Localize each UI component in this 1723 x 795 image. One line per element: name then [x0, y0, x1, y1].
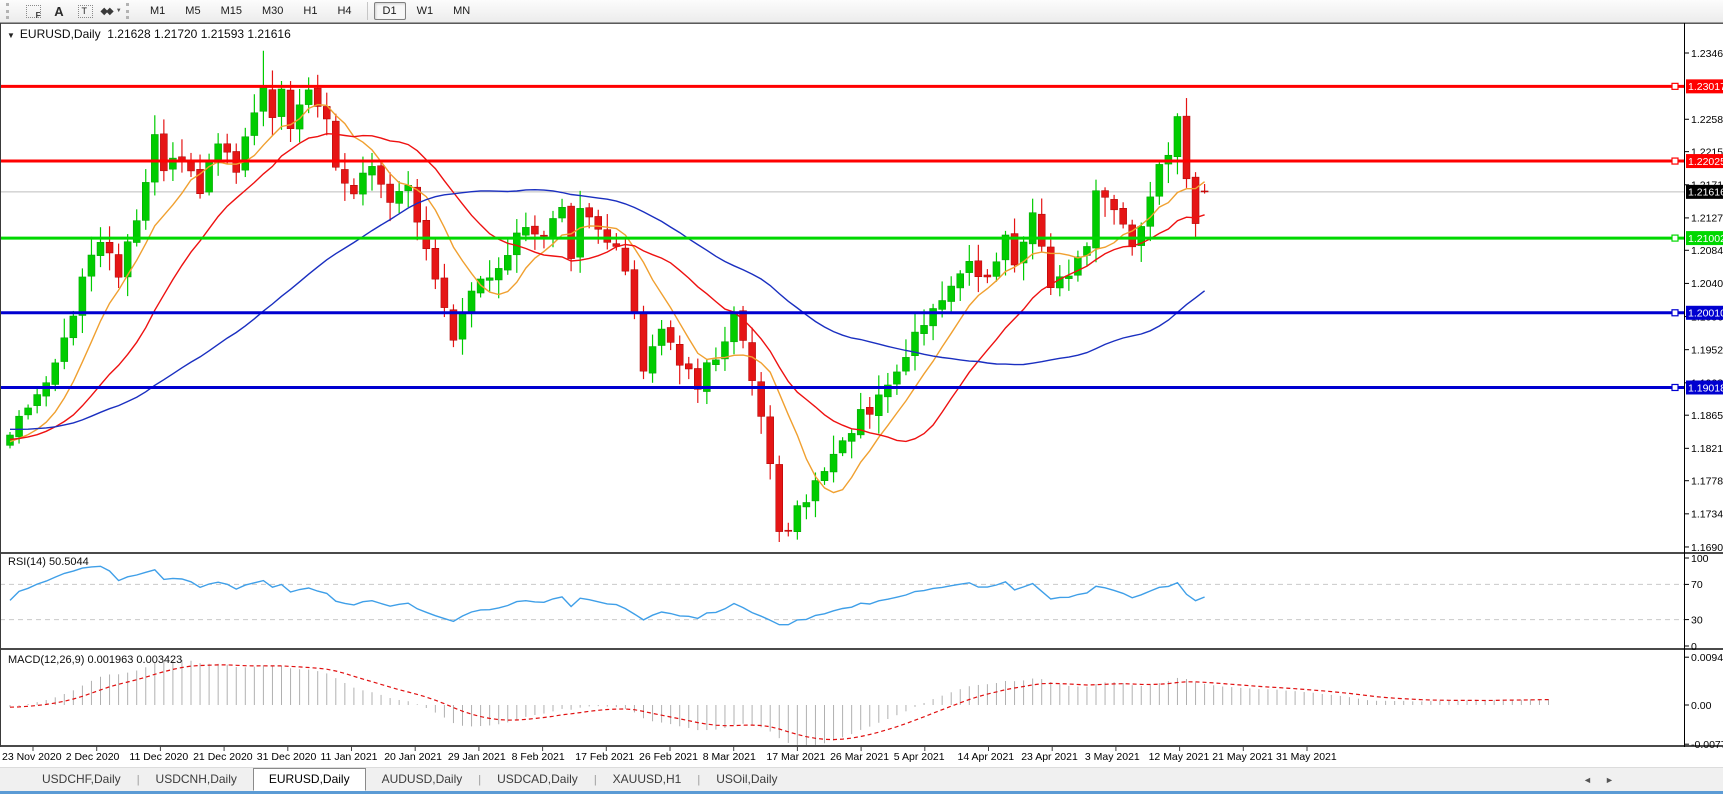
- svg-text:0.009478: 0.009478: [1691, 652, 1723, 664]
- timeframe-button-M30[interactable]: M30: [253, 2, 292, 20]
- svg-text:1.21616: 1.21616: [1688, 187, 1723, 199]
- svg-text:26 Mar 2021: 26 Mar 2021: [830, 751, 889, 763]
- svg-text:20 Jan 2021: 20 Jan 2021: [384, 751, 442, 763]
- svg-text:0.00: 0.00: [1691, 700, 1712, 712]
- rsi-indicator-label: RSI(14) 50.5044: [8, 556, 89, 568]
- tab-XAUUSD-H1[interactable]: XAUUSD,H1: [597, 768, 698, 791]
- svg-text:1.17780: 1.17780: [1691, 476, 1723, 488]
- svg-text:23 Apr 2021: 23 Apr 2021: [1021, 751, 1078, 763]
- toolbar: FAT◆◆▼ M1M5M15M30H1H4 D1W1MN: [0, 0, 1723, 23]
- toolbar-separator: [367, 2, 368, 20]
- svg-text:1.18210: 1.18210: [1691, 443, 1723, 455]
- svg-text:21 May 2021: 21 May 2021: [1212, 751, 1273, 763]
- svg-text:1.19520: 1.19520: [1691, 344, 1723, 356]
- svg-text:1.17340: 1.17340: [1691, 509, 1723, 521]
- timeframe-button-MN[interactable]: MN: [444, 2, 479, 20]
- timeframe-button-M5[interactable]: M5: [176, 2, 209, 20]
- svg-text:1.20840: 1.20840: [1691, 245, 1723, 257]
- chart-title: ▼ EURUSD,Daily 1.21628 1.21720 1.21593 1.…: [7, 27, 291, 41]
- timeframe-button-M15[interactable]: M15: [212, 2, 251, 20]
- timeframe-button-H1[interactable]: H1: [294, 2, 326, 20]
- svg-text:5 Apr 2021: 5 Apr 2021: [894, 751, 945, 763]
- svg-text:14 Apr 2021: 14 Apr 2021: [958, 751, 1015, 763]
- toolbar-grip[interactable]: [126, 3, 133, 19]
- svg-text:21 Dec 2020: 21 Dec 2020: [193, 751, 253, 763]
- svg-text:31 May 2021: 31 May 2021: [1276, 751, 1337, 763]
- chart-title-text: EURUSD,Daily 1.21628 1.21720 1.21593 1.2…: [20, 27, 291, 41]
- frame-grid-tool-icon[interactable]: F: [21, 1, 45, 21]
- svg-text:1.19018: 1.19018: [1688, 382, 1723, 394]
- svg-text:1.23460: 1.23460: [1691, 48, 1723, 60]
- text-label-tool-icon[interactable]: T: [73, 1, 97, 21]
- tab-USOil-Daily[interactable]: USOil,Daily: [700, 768, 793, 791]
- shapes-tool-icon[interactable]: ◆◆▼: [99, 1, 123, 21]
- svg-text:31 Dec 2020: 31 Dec 2020: [257, 751, 317, 763]
- window-bottom-edge: [0, 791, 1723, 794]
- svg-text:17 Feb 2021: 17 Feb 2021: [575, 751, 634, 763]
- timeframe-button-M1[interactable]: M1: [141, 2, 174, 20]
- svg-text:12 May 2021: 12 May 2021: [1149, 751, 1210, 763]
- svg-text:1.22025: 1.22025: [1688, 156, 1723, 168]
- tab-USDCNH-Daily[interactable]: USDCNH,Daily: [140, 768, 253, 791]
- tab-USDCHF-Daily[interactable]: USDCHF,Daily: [26, 768, 137, 791]
- svg-text:1.21270: 1.21270: [1691, 213, 1723, 225]
- toolbar-grip[interactable]: [6, 3, 13, 19]
- svg-text:2 Dec 2020: 2 Dec 2020: [66, 751, 120, 763]
- svg-text:-0.00777: -0.00777: [1691, 739, 1723, 751]
- svg-text:23 Nov 2020: 23 Nov 2020: [2, 751, 62, 763]
- tab-scroll-left-icon[interactable]: ◄: [1583, 775, 1592, 785]
- timeframe-button-H4[interactable]: H4: [328, 2, 360, 20]
- timeframe-button-W1[interactable]: W1: [408, 2, 443, 20]
- svg-text:3 May 2021: 3 May 2021: [1085, 751, 1140, 763]
- chart-svg[interactable]: 1.234601.225801.221501.217101.212701.208…: [0, 23, 1723, 767]
- tab-AUDUSD-Daily[interactable]: AUDUSD,Daily: [366, 768, 479, 791]
- chart-tab-bar: USDCHF,Daily|USDCNH,DailyEURUSD,DailyAUD…: [0, 767, 1723, 791]
- svg-text:26 Feb 2021: 26 Feb 2021: [639, 751, 698, 763]
- tab-scroll-right-icon[interactable]: ►: [1605, 775, 1614, 785]
- svg-text:100: 100: [1691, 553, 1709, 565]
- font-tool-icon[interactable]: A: [47, 1, 71, 21]
- svg-text:1.23017: 1.23017: [1688, 81, 1723, 93]
- macd-indicator-label: MACD(12,26,9) 0.001963 0.003423: [8, 654, 182, 666]
- svg-text:1.18650: 1.18650: [1691, 410, 1723, 422]
- svg-text:8 Feb 2021: 8 Feb 2021: [512, 751, 565, 763]
- svg-text:30: 30: [1691, 614, 1703, 626]
- svg-text:17 Mar 2021: 17 Mar 2021: [766, 751, 825, 763]
- timeframe-button-D1[interactable]: D1: [374, 2, 406, 20]
- svg-text:11 Dec 2020: 11 Dec 2020: [129, 751, 188, 763]
- svg-text:8 Mar 2021: 8 Mar 2021: [703, 751, 756, 763]
- svg-text:1.21002: 1.21002: [1688, 233, 1723, 245]
- chart-canvas[interactable]: ▼ EURUSD,Daily 1.21628 1.21720 1.21593 1.…: [0, 23, 1723, 767]
- svg-text:1.22580: 1.22580: [1691, 114, 1723, 126]
- svg-text:1.20400: 1.20400: [1691, 278, 1723, 290]
- svg-text:29 Jan 2021: 29 Jan 2021: [448, 751, 506, 763]
- tab-USDCAD-Daily[interactable]: USDCAD,Daily: [481, 768, 594, 791]
- svg-text:1.20010: 1.20010: [1688, 308, 1723, 320]
- collapse-arrow-icon[interactable]: ▼: [7, 31, 15, 40]
- tab-EURUSD-Daily[interactable]: EURUSD,Daily: [253, 768, 366, 791]
- svg-text:11 Jan 2021: 11 Jan 2021: [321, 751, 378, 763]
- svg-text:70: 70: [1691, 579, 1703, 591]
